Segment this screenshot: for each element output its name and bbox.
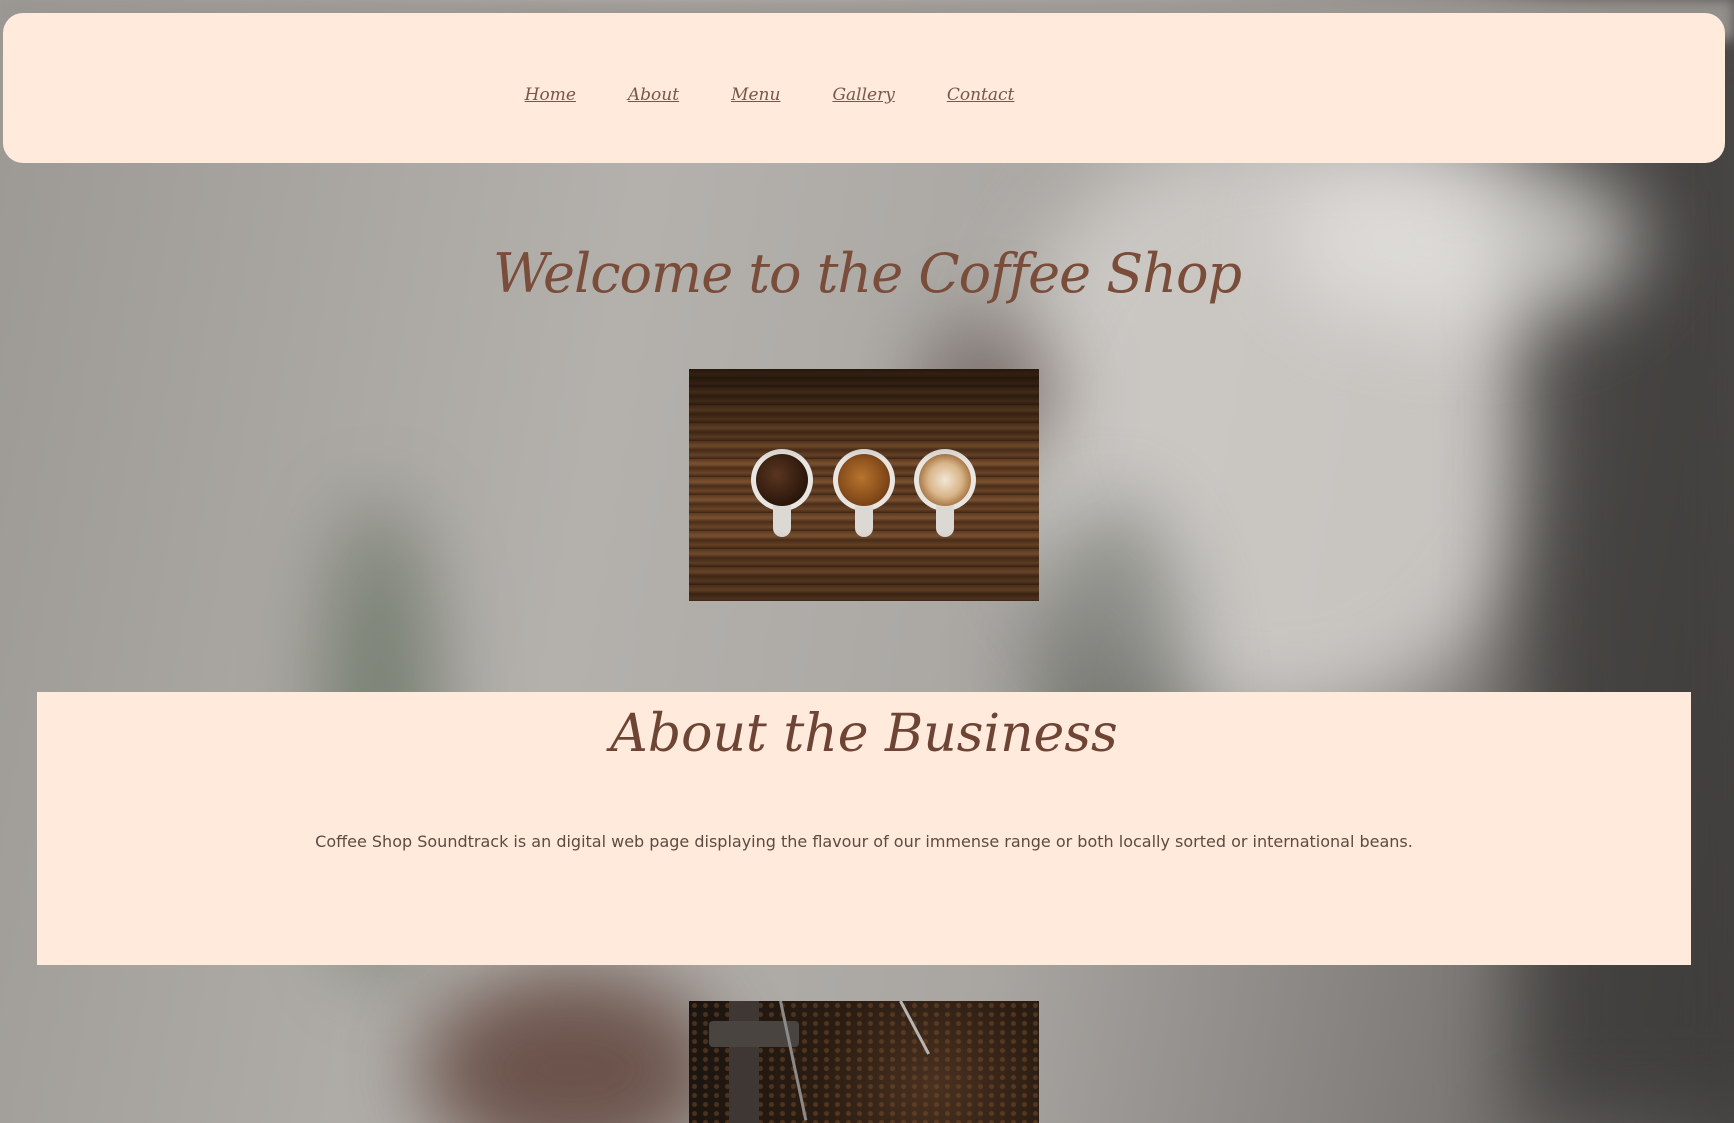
nav-list: Home About Menu Gallery Contact [0,85,1723,105]
coffee-cups-image [689,369,1039,601]
nav-link-home[interactable]: Home [525,85,576,105]
nav-link-contact[interactable]: Contact [947,85,1015,105]
about-title: About the Business [610,704,1118,764]
about-text: Coffee Shop Soundtrack is an digital web… [315,832,1413,851]
nav-bar: Home About Menu Gallery Contact [3,13,1725,163]
nav-link-about[interactable]: About [628,85,679,105]
about-section: About the Business Coffee Shop Soundtrac… [37,692,1691,965]
nav-link-menu[interactable]: Menu [731,85,780,105]
coffee-grinder-image [689,1001,1039,1123]
page-title: Welcome to the Coffee Shop [492,242,1242,305]
nav-link-gallery[interactable]: Gallery [832,85,894,105]
